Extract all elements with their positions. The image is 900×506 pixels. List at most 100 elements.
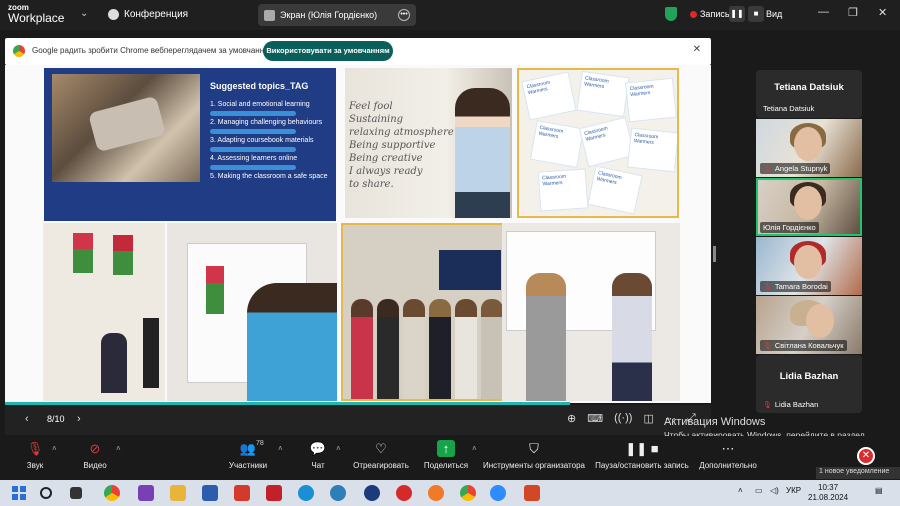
pause-record-button[interactable]: ❚❚ ■ Пауза/остановить запись: [594, 440, 690, 470]
keyboard-icon[interactable]: ⌨: [587, 412, 603, 425]
app-taskbar-icon[interactable]: [138, 485, 154, 501]
security-shield-icon[interactable]: [665, 7, 677, 21]
participants-icon: 👥: [239, 441, 257, 456]
next-slide-icon[interactable]: ›: [77, 413, 81, 425]
participant-label: Юлія Гордієнко: [760, 222, 819, 233]
audio-button[interactable]: 🎙 Звук ˄: [18, 440, 57, 470]
chrome-taskbar-icon[interactable]: [104, 485, 120, 501]
video-button[interactable]: ⊘ Видео ˄: [78, 440, 120, 470]
chevron-down-icon[interactable]: ⌄: [80, 8, 88, 19]
network-icon[interactable]: ▭: [755, 486, 763, 495]
close-icon[interactable]: ✕: [878, 6, 887, 19]
react-button[interactable]: ♡ Отреагировать: [352, 440, 410, 470]
broadcast-icon[interactable]: ((·)): [614, 412, 632, 425]
participants-options-caret[interactable]: ˄: [278, 444, 283, 453]
taskbar-clock[interactable]: 10:37 21.08.2024: [808, 483, 848, 503]
chat-options-caret[interactable]: ˄: [336, 444, 341, 453]
topic-item: 1. Social and emotional learning: [210, 101, 330, 116]
file-explorer-icon[interactable]: [170, 485, 186, 501]
restore-icon[interactable]: ❐: [848, 6, 858, 19]
participant-tile[interactable]: 🎙 Angela Stupnyk: [756, 119, 862, 177]
search-icon[interactable]: [40, 487, 52, 499]
notifications-icon[interactable]: ▤: [875, 486, 883, 495]
task-view-icon[interactable]: [70, 487, 82, 499]
close-prompt-icon[interactable]: ✕: [693, 44, 701, 55]
host-tools-label: Инструменты организатора: [483, 461, 585, 470]
chrome-default-prompt: Google радить зробити Chrome веб­перегля…: [5, 38, 711, 65]
opera-icon[interactable]: [396, 485, 412, 501]
screen-share-indicator[interactable]: Экран (Юлія Гордієнко) •••: [258, 4, 416, 26]
host-tools-button[interactable]: ⛉ Инструменты организатора: [482, 440, 586, 470]
participant-label: 🎙 Angela Stupnyk: [760, 163, 831, 174]
app-taskbar-icon[interactable]: [364, 485, 380, 501]
chat-button[interactable]: 💬 Чат ˄: [304, 440, 341, 470]
share-options-caret[interactable]: ˄: [472, 444, 477, 453]
heart-icon: ♡: [375, 441, 387, 456]
minimize-icon[interactable]: —: [818, 6, 829, 18]
chrome-taskbar-icon[interactable]: [460, 485, 476, 501]
participants-button[interactable]: 👥 78 Участники ˄: [222, 440, 283, 470]
share-label: Поделиться: [423, 461, 469, 470]
more-button[interactable]: ⋯ Дополнительно: [698, 440, 758, 470]
more-dots-icon: ⋯: [721, 441, 735, 456]
meeting-info-button[interactable]: Конференция: [108, 9, 188, 20]
participant-tile-active-speaker[interactable]: Юлія Гордієнко: [756, 178, 862, 236]
participant-tile[interactable]: Lidia Bazhan 🎙 Lidia Bazhan: [756, 355, 862, 413]
acrobat-icon[interactable]: [266, 485, 282, 501]
video-options-caret[interactable]: ˄: [116, 444, 121, 453]
chrome-icon: [13, 45, 25, 57]
slide-navigation: ‹ 8/10 › ⊕ ⌨ ((·)) ◫ ⋯ ⤢: [5, 405, 711, 435]
participants-count: 78: [256, 440, 264, 447]
set-default-button[interactable]: Використовувати за умовчанням: [263, 41, 393, 61]
card: Classroom Warmers: [537, 168, 589, 212]
record-dot-icon: [690, 10, 697, 18]
video-off-icon: ⊘: [89, 441, 101, 456]
subtitles-icon[interactable]: ◫: [643, 412, 653, 425]
share-screen-icon: [264, 9, 275, 21]
participant-tile[interactable]: 🎙 Tamara Borodai: [756, 237, 862, 295]
muted-mic-icon: 🎙: [763, 165, 772, 173]
topic-item: 4. Assessing learners online: [210, 155, 330, 170]
pause-recording-icon[interactable]: ❚❚: [729, 6, 745, 22]
muted-mic-icon: 🎙: [763, 401, 772, 409]
participant-name-large: Lidia Bazhan: [779, 371, 839, 382]
word-icon[interactable]: [202, 485, 218, 501]
volume-icon[interactable]: ◁): [770, 486, 779, 495]
zoom-in-icon[interactable]: ⊕: [567, 412, 576, 425]
participant-tile[interactable]: Tetiana Datsiuk Tetiana Datsiuk: [756, 70, 862, 118]
app-taskbar-icon[interactable]: [330, 485, 346, 501]
muted-mic-icon: 🎙: [763, 283, 772, 291]
participant-name-large: Tetiana Datsiuk: [774, 82, 844, 93]
participant-label: 🎙 Світлана Ковальчук: [760, 340, 847, 351]
card: Classroom Warmers: [576, 70, 630, 118]
shared-slide: Suggested topics_TAG 1. Social and emoti…: [5, 65, 711, 403]
more-options-icon[interactable]: •••: [398, 9, 410, 21]
participant-tile[interactable]: 🎙 Світлана Ковальчук: [756, 296, 862, 354]
firefox-icon[interactable]: [428, 485, 444, 501]
language-indicator[interactable]: УКР: [786, 486, 801, 495]
share-arrow-icon: ↑: [437, 440, 455, 457]
tray-chevron-icon[interactable]: ˄: [738, 486, 743, 495]
chat-label: Чат: [311, 461, 325, 470]
participant-label: 🎙 Tamara Borodai: [760, 281, 831, 292]
zoom-taskbar-icon[interactable]: [490, 485, 506, 501]
end-meeting-icon[interactable]: ✕: [857, 447, 875, 465]
pause-stop-icon: ❚❚ ■: [625, 441, 659, 456]
zoom-title-bar: zoom Workplace ⌄ Конференция Экран (Юлія…: [0, 0, 900, 30]
topics-card: Suggested topics_TAG 1. Social and emoti…: [44, 68, 336, 221]
stop-recording-icon[interactable]: ■: [748, 6, 764, 22]
windows-start-icon[interactable]: [12, 486, 26, 500]
previous-slide-icon[interactable]: ‹: [25, 413, 29, 425]
share-button[interactable]: ↑ Поделиться ˄: [422, 440, 477, 470]
audio-options-caret[interactable]: ˄: [52, 444, 57, 453]
shield-icon: ⛉: [529, 441, 539, 456]
notification-toast[interactable]: 1 новое уведомление: [816, 467, 900, 479]
slide-counter: 8/10: [47, 414, 65, 424]
activation-title: Активация Windows: [664, 416, 766, 428]
powerpoint-icon[interactable]: [524, 485, 540, 501]
view-menu[interactable]: Вид: [766, 9, 782, 19]
app-taskbar-icon[interactable]: [234, 485, 250, 501]
panel-resize-handle[interactable]: [713, 246, 716, 262]
participants-label: Участники: [228, 461, 268, 470]
edge-icon[interactable]: [298, 485, 314, 501]
